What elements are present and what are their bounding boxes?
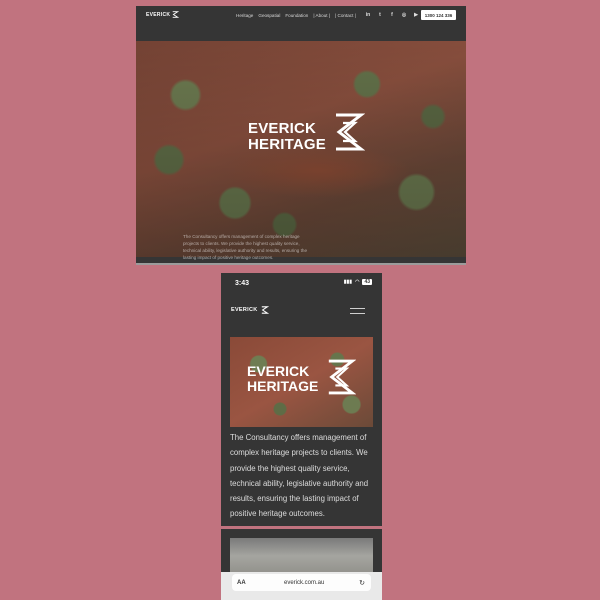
mobile-hero-card: EVERICK HERITAGE [230,337,373,427]
url-field[interactable]: AA everick.com.au ↻ [232,574,371,591]
phone-button[interactable]: 1300 124 336 [421,10,456,20]
section-divider [221,526,382,529]
logo-text: EVERICK [146,11,171,18]
desktop-mockup: EVERICK Heritage Geospatial Foundation |… [136,6,466,265]
instagram-icon[interactable]: ◎ [401,12,407,18]
desktop-menu: Heritage Geospatial Foundation | About |… [236,13,356,18]
browser-address-bar: AA everick.com.au ↻ [221,572,382,600]
mobile-hero-title-line1: EVERICK [247,363,310,379]
twitter-icon[interactable]: t [377,12,383,18]
hero-title: EVERICK HERITAGE [248,121,326,153]
mobile-body-text: The Consultancy offers management of com… [230,433,369,519]
battery-icon: 43 [362,279,372,285]
status-bar: 3:43 ▮▮▮ ◠ 43 [221,273,382,293]
status-icons: ▮▮▮ ◠ 43 [344,279,372,285]
hamburger-menu-icon[interactable] [350,307,365,314]
desktop-navbar: EVERICK Heritage Geospatial Foundation |… [136,6,466,26]
hero-image: EVERICK HERITAGE The Consultancy offers … [136,41,466,260]
mobile-mockup: 3:43 ▮▮▮ ◠ 43 EVERICK EVERICK HERITAGE T… [221,273,382,600]
desktop-bottom-bar [136,263,466,265]
hero-logo-mark-icon [336,113,365,151]
nav-item-geospatial[interactable]: Geospatial [258,13,280,18]
youtube-icon[interactable]: ▶ [413,12,419,18]
facebook-icon[interactable]: f [389,12,395,18]
mobile-hero-title: EVERICK HERITAGE [247,364,318,394]
mobile-hero-logo-mark-icon [328,359,356,395]
mobile-logo-text: EVERICK [231,307,258,313]
text-size-button[interactable]: AA [237,580,246,586]
signal-icon: ▮▮▮ [343,279,353,285]
hero-title-line1: EVERICK [248,120,317,137]
nav-item-heritage[interactable]: Heritage [236,13,253,18]
status-time: 3:43 [235,280,250,287]
nav-item-about[interactable]: | About | [313,13,330,18]
linkedin-icon[interactable]: in [365,12,371,18]
logo-mark-icon [172,11,180,18]
desktop-logo[interactable]: EVERICK [146,11,180,18]
reload-icon[interactable]: ↻ [359,579,365,587]
mobile-logo[interactable]: EVERICK [231,306,269,314]
social-links: in t f ◎ ▶ [365,12,419,18]
nav-item-foundation[interactable]: Foundation [285,13,308,18]
mobile-logo-mark-icon [261,306,269,314]
wifi-icon: ◠ [355,279,360,285]
mobile-hero-title-line2: HERITAGE [247,378,319,394]
hero-title-line2: HERITAGE [248,136,326,153]
url-text: everick.com.au [284,579,325,586]
hero-description: The Consultancy offers management of com… [183,234,308,260]
nav-item-contact[interactable]: | Contact | [335,13,356,18]
